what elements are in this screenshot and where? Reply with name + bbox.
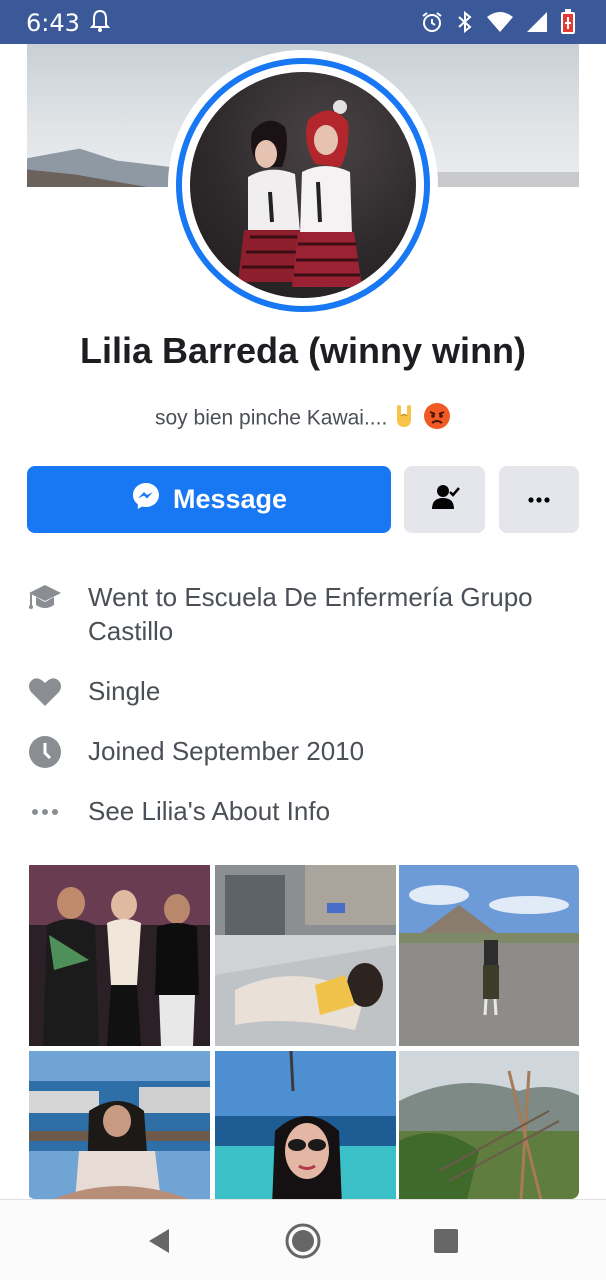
system-nav-bar <box>0 1199 606 1280</box>
relationship-text: Single <box>88 676 161 706</box>
angry-face-emoji-icon <box>423 402 451 436</box>
photo-tile-hills[interactable] <box>399 1051 579 1199</box>
heart-icon <box>27 674 63 710</box>
signal-icon <box>526 11 548 38</box>
photo-grid <box>27 863 579 1199</box>
profile-bio: soy bien pinche Kawai.... <box>0 402 606 436</box>
wifi-icon <box>486 11 514 38</box>
photo-tile-marina[interactable] <box>29 1051 210 1199</box>
messenger-icon <box>131 481 161 518</box>
photo-tile-pool[interactable] <box>215 865 396 1046</box>
photo-tile-selfie[interactable] <box>215 1051 396 1199</box>
education-text: Went to Escuela De Enfermería Grupo Cast… <box>88 582 533 646</box>
joined-text: Joined September 2010 <box>88 736 365 766</box>
about-info-text[interactable]: See Lilia's About Info <box>88 794 568 828</box>
photo-tile-pyramid[interactable] <box>399 865 579 1046</box>
info-relationship: Single <box>27 674 160 710</box>
bio-text: soy bien pinche Kawai.... <box>155 406 388 430</box>
status-time: 6:43 <box>26 9 80 37</box>
back-icon[interactable] <box>147 1228 171 1259</box>
more-icon <box>527 491 551 509</box>
info-joined: Joined September 2010 <box>27 734 364 770</box>
message-button[interactable]: Message <box>27 466 391 533</box>
more-dots-icon <box>27 794 63 830</box>
clock-icon <box>27 734 63 770</box>
status-icons <box>420 9 576 40</box>
alarm-icon <box>420 10 444 39</box>
home-icon[interactable] <box>284 1222 322 1265</box>
avatar[interactable] <box>190 72 416 298</box>
cover-horizon <box>437 172 579 187</box>
education-cap-icon <box>27 580 63 616</box>
rock-hand-emoji-icon <box>393 403 417 435</box>
info-education: Went to Escuela De Enfermería Grupo Cast… <box>27 580 533 646</box>
friend-status-icon <box>430 483 460 516</box>
profile-name: Lilia Barreda (winny winn) <box>79 330 527 371</box>
message-label: Message <box>172 484 288 514</box>
photo-tile-group[interactable] <box>29 865 210 1046</box>
status-bar: 6:43 <box>0 0 606 44</box>
recents-icon[interactable] <box>433 1228 459 1259</box>
friend-status-button[interactable] <box>404 466 485 533</box>
bluetooth-icon <box>456 10 474 39</box>
about-info-link[interactable]: See Lilia's About Info <box>27 794 330 830</box>
bell-icon <box>89 9 111 38</box>
more-button[interactable] <box>499 466 579 533</box>
battery-icon <box>560 9 576 40</box>
